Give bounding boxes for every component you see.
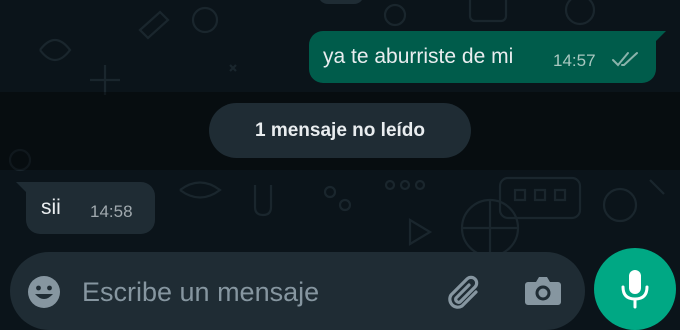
camera-icon[interactable] [524,274,562,308]
incoming-message-text: sii [41,196,61,219]
outgoing-message[interactable]: ya te aburriste de mi 14:57 [309,31,666,83]
previous-message-fragment [318,0,364,4]
outgoing-message-text: ya te aburriste de mi [323,45,514,68]
incoming-message[interactable]: sii 14:58 [16,182,155,234]
incoming-message-time: 14:58 [90,202,133,221]
message-input[interactable] [80,272,444,312]
outgoing-message-time: 14:57 [553,51,596,70]
outgoing-bubble-tail [654,31,666,43]
voice-message-button[interactable] [594,248,676,330]
microphone-icon [621,270,649,309]
attach-icon[interactable] [446,270,486,312]
unread-messages-label: 1 mensaje no leído [255,119,425,141]
double-check-icon [612,52,638,67]
message-composer [10,252,585,330]
emoji-icon[interactable] [26,274,62,310]
incoming-bubble-tail [16,182,28,194]
unread-messages-banner: 1 mensaje no leído [209,103,471,158]
